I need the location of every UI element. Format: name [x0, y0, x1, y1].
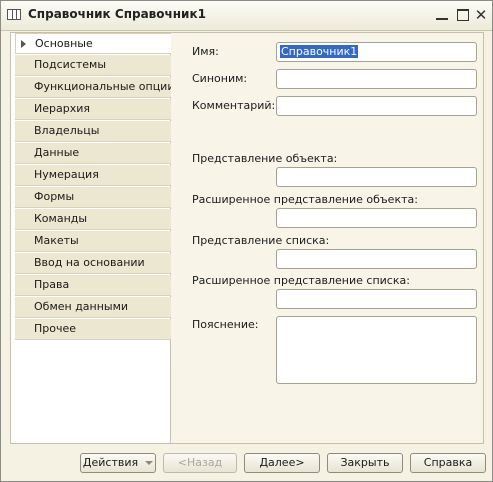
close-button-label: Закрыть	[340, 456, 390, 469]
sidebar-item-label: Ввод на основании	[34, 256, 145, 269]
sidebar-item-rights[interactable]: Права	[15, 275, 171, 296]
minimize-icon[interactable]	[434, 7, 450, 23]
next-button-label: Далее>	[259, 456, 305, 469]
name-label: Имя:	[192, 45, 219, 58]
list-presentation-field[interactable]	[276, 249, 477, 269]
actions-dropdown-button[interactable]: Действия	[80, 453, 156, 473]
actions-button-label: Действия	[82, 456, 139, 469]
comment-label: Комментарий:	[192, 99, 276, 112]
sidebar-item-data[interactable]: Данные	[15, 143, 171, 164]
sidebar-item-hierarchy[interactable]: Иерархия	[15, 99, 171, 120]
extended-list-presentation-label: Расширенное представление списка:	[192, 274, 410, 287]
help-button-label: Справка	[423, 456, 473, 469]
sidebar-item-label: Формы	[34, 190, 75, 203]
synonym-field[interactable]	[276, 69, 477, 89]
comment-field[interactable]	[276, 96, 477, 116]
current-section-arrow-icon	[21, 40, 26, 48]
synonym-label: Синоним:	[192, 72, 248, 85]
back-button-label: <Назад	[177, 456, 223, 469]
sidebar-item-label: Команды	[34, 212, 88, 225]
name-field-value: Справочник1	[280, 45, 359, 58]
back-button[interactable]: <Назад	[163, 453, 237, 473]
sidebar-item-label: Обмен данными	[34, 300, 129, 313]
sidebar-item-label: Права	[34, 278, 70, 291]
window-title: Справочник Справочник1	[28, 7, 206, 21]
sidebar-item-numbering[interactable]: Нумерация	[15, 165, 171, 186]
title-bar[interactable]: Справочник Справочник1 ✕	[1, 1, 492, 31]
sidebar-item-subsystems[interactable]: Подсистемы	[15, 55, 171, 76]
catalog-table-icon	[7, 9, 21, 20]
sidebar-item-owners[interactable]: Владельцы	[15, 121, 171, 142]
explanation-label: Пояснение:	[192, 318, 259, 331]
sidebar-item-label: Иерархия	[34, 102, 90, 115]
metadata-editor-window: Справочник Справочник1 ✕ Основные Подсис…	[0, 0, 493, 482]
sidebar-item-input-by-basis[interactable]: Ввод на основании	[15, 253, 171, 274]
maximize-icon[interactable]	[455, 7, 471, 23]
sidebar-item-templates[interactable]: Макеты	[15, 231, 171, 252]
sidebar-item-label: Основные	[35, 37, 93, 50]
next-button[interactable]: Далее>	[244, 453, 320, 473]
sections-sidebar: Основные Подсистемы Функциональные опции…	[10, 32, 175, 444]
sidebar-item-functional-options[interactable]: Функциональные опции	[15, 77, 175, 98]
object-presentation-label: Представление объекта:	[192, 152, 338, 165]
sidebar-item-data-exchange[interactable]: Обмен данными	[15, 297, 171, 318]
extended-object-presentation-field[interactable]	[276, 208, 477, 228]
sidebar-item-label: Макеты	[34, 234, 79, 247]
extended-list-presentation-field[interactable]	[276, 289, 477, 309]
list-presentation-label: Представление списка:	[192, 234, 330, 247]
object-presentation-field[interactable]	[276, 167, 477, 187]
sidebar-item-label: Подсистемы	[34, 58, 107, 71]
sidebar-item-label: Владельцы	[34, 124, 100, 137]
sidebar-item-label: Нумерация	[34, 168, 99, 181]
explanation-field[interactable]	[276, 316, 477, 384]
sidebar-item-other[interactable]: Прочее	[15, 319, 171, 340]
close-button[interactable]: Закрыть	[327, 453, 403, 473]
sidebar-item-forms[interactable]: Формы	[15, 187, 171, 208]
sidebar-item-label: Прочее	[34, 322, 77, 335]
sidebar-item-label: Данные	[34, 146, 80, 159]
chevron-down-icon	[145, 461, 154, 465]
sidebar-item-label: Функциональные опции	[34, 80, 175, 93]
close-icon[interactable]: ✕	[473, 7, 489, 23]
sidebar-item-commands[interactable]: Команды	[15, 209, 171, 230]
help-button[interactable]: Справка	[410, 453, 486, 473]
extended-object-presentation-label: Расширенное представление объекта:	[192, 193, 418, 206]
name-field[interactable]: Справочник1	[276, 42, 477, 62]
sidebar-item-main[interactable]: Основные	[15, 33, 172, 54]
